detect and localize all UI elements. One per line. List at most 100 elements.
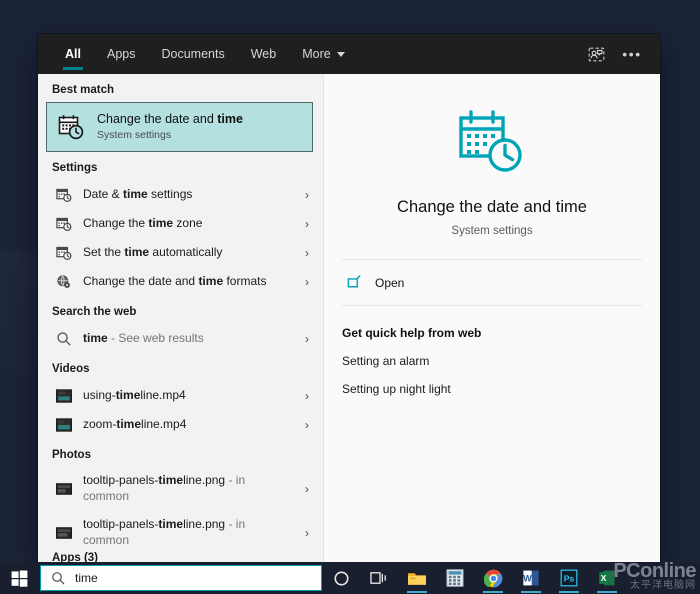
- group-header-search-the-web: Search the web: [52, 306, 137, 318]
- calculator-button[interactable]: [436, 562, 474, 594]
- result-item-date-time-formats[interactable]: Change the date and time formats ›: [38, 267, 323, 296]
- photoshop-icon: Ps: [560, 569, 578, 587]
- globe-settings-icon: [57, 274, 70, 288]
- chevron-right-icon[interactable]: ›: [301, 275, 313, 289]
- svg-text:Ps: Ps: [564, 573, 575, 583]
- feedback-icon: [588, 47, 604, 61]
- excel-icon: X: [599, 570, 615, 586]
- open-action-label: Open: [375, 275, 405, 290]
- result-item-label: using-timeline.mp4: [83, 387, 186, 402]
- task-view-button[interactable]: [360, 562, 398, 594]
- chrome-button[interactable]: [474, 562, 512, 594]
- tab-apps[interactable]: Apps: [94, 34, 149, 74]
- calendar-clock-icon-large: [459, 110, 522, 172]
- cortana-icon: [333, 570, 349, 586]
- photo-thumbnail-icon: [56, 527, 72, 539]
- chevron-right-icon[interactable]: ›: [301, 482, 313, 496]
- best-match-title-prefix: Change the date and: [97, 111, 218, 126]
- search-header-actions: •••: [580, 34, 660, 74]
- chevron-right-icon[interactable]: ›: [301, 332, 313, 346]
- result-item-change-time-zone[interactable]: Change the time zone ›: [38, 209, 323, 238]
- result-item-label: Change the date and time formats: [83, 273, 267, 288]
- calendar-clock-icon: [56, 188, 72, 202]
- task-view-icon: [369, 572, 386, 584]
- best-match-title: Change the date and time: [97, 112, 243, 128]
- svg-text:X: X: [601, 573, 607, 583]
- group-header-settings: Settings: [52, 162, 98, 174]
- result-item-label: Change the time zone: [83, 215, 203, 230]
- svg-text:W: W: [523, 573, 532, 583]
- result-item-web-search[interactable]: time - See web results ›: [38, 324, 323, 353]
- more-options-button[interactable]: •••: [616, 39, 648, 69]
- preview-title: Change the date and time: [397, 198, 587, 216]
- video-thumbnail-icon: [56, 388, 72, 403]
- result-item-video-using-timeline[interactable]: using-timeline.mp4 ›: [38, 381, 323, 410]
- best-match-subtitle: System settings: [97, 129, 172, 142]
- tab-all[interactable]: All: [52, 34, 94, 74]
- results-scrollbar[interactable]: [318, 74, 323, 563]
- result-item-label: time - See web results: [83, 330, 204, 345]
- windows-search-flyout: All Apps Documents Web More ••• Best mat…: [38, 34, 660, 563]
- calendar-clock-icon: [56, 217, 72, 231]
- windows-logo-icon: [11, 570, 27, 587]
- calendar-clock-icon: [58, 115, 84, 140]
- tab-documents[interactable]: Documents: [148, 34, 237, 74]
- chevron-right-icon[interactable]: ›: [301, 217, 313, 231]
- calendar-clock-icon: [56, 246, 72, 260]
- best-match-title-bold: time: [217, 111, 243, 126]
- result-item-label: zoom-timeline.mp4: [83, 416, 187, 431]
- taskbar-search-value: time: [75, 571, 98, 585]
- result-item-photo-1[interactable]: tooltip-panels-timeline.png - in common ›: [38, 467, 323, 511]
- tab-documents-label: Documents: [161, 47, 225, 61]
- preview-subtitle: System settings: [451, 225, 533, 237]
- result-item-video-zoom-timeline[interactable]: zoom-timeline.mp4 ›: [38, 410, 323, 439]
- help-link-setting-up-night-light[interactable]: Setting up night light: [342, 382, 660, 396]
- photo-thumbnail-icon: [56, 483, 72, 495]
- chevron-right-icon[interactable]: ›: [301, 188, 313, 202]
- cortana-button[interactable]: [322, 562, 360, 594]
- taskbar-items: W Ps X: [322, 562, 626, 594]
- tab-web-label: Web: [250, 47, 277, 61]
- start-button[interactable]: [0, 562, 38, 594]
- calculator-icon: [446, 569, 464, 587]
- feedback-button[interactable]: [580, 39, 612, 69]
- quick-help-section: Get quick help from web Setting an alarm…: [324, 306, 660, 396]
- taskbar-search-input[interactable]: time: [40, 565, 322, 591]
- search-icon: [52, 571, 65, 584]
- chevron-right-icon[interactable]: ›: [301, 526, 313, 540]
- result-item-photo-2[interactable]: tooltip-panels-timeline.png - in common ›: [38, 511, 323, 555]
- chevron-right-icon[interactable]: ›: [301, 418, 313, 432]
- video-thumbnail-icon: [56, 417, 72, 432]
- tab-apps-label: Apps: [106, 47, 136, 61]
- open-external-icon: [347, 275, 361, 288]
- result-item-set-time-automatically[interactable]: Set the time automatically ›: [38, 238, 323, 267]
- tab-more-label: More: [302, 47, 331, 61]
- result-item-label: Date & time settings: [83, 186, 193, 201]
- file-explorer-icon: [408, 572, 426, 585]
- word-button[interactable]: W: [512, 562, 550, 594]
- help-link-setting-an-alarm[interactable]: Setting an alarm: [342, 354, 660, 368]
- photoshop-button[interactable]: Ps: [550, 562, 588, 594]
- group-header-videos: Videos: [52, 363, 90, 375]
- word-icon: W: [523, 570, 539, 586]
- file-explorer-button[interactable]: [398, 562, 436, 594]
- chevron-right-icon[interactable]: ›: [301, 389, 313, 403]
- result-item-label: Set the time automatically: [83, 244, 223, 259]
- result-item-label: tooltip-panels-timeline.png - in common: [83, 473, 246, 503]
- search-body: Best match Change the date and time Syst…: [38, 74, 660, 563]
- search-icon: [57, 331, 71, 345]
- chrome-icon: [483, 569, 502, 587]
- result-item-date-time-settings[interactable]: Date & time settings ›: [38, 180, 323, 209]
- quick-help-header: Get quick help from web: [342, 326, 482, 340]
- taskbar: time W Ps X PConline 太平洋电脑网: [0, 561, 700, 594]
- search-tabbar: All Apps Documents Web More •••: [38, 34, 660, 74]
- chevron-right-icon[interactable]: ›: [301, 246, 313, 260]
- excel-button[interactable]: X: [588, 562, 626, 594]
- search-preview-pane: Change the date and time System settings…: [324, 74, 660, 563]
- tab-web[interactable]: Web: [238, 34, 289, 74]
- tab-more[interactable]: More: [289, 34, 357, 74]
- search-results-list[interactable]: Best match Change the date and time Syst…: [38, 74, 324, 563]
- open-action-button[interactable]: Open: [324, 260, 660, 305]
- best-match-item[interactable]: Change the date and time System settings: [46, 102, 313, 152]
- chevron-down-icon: [336, 51, 345, 57]
